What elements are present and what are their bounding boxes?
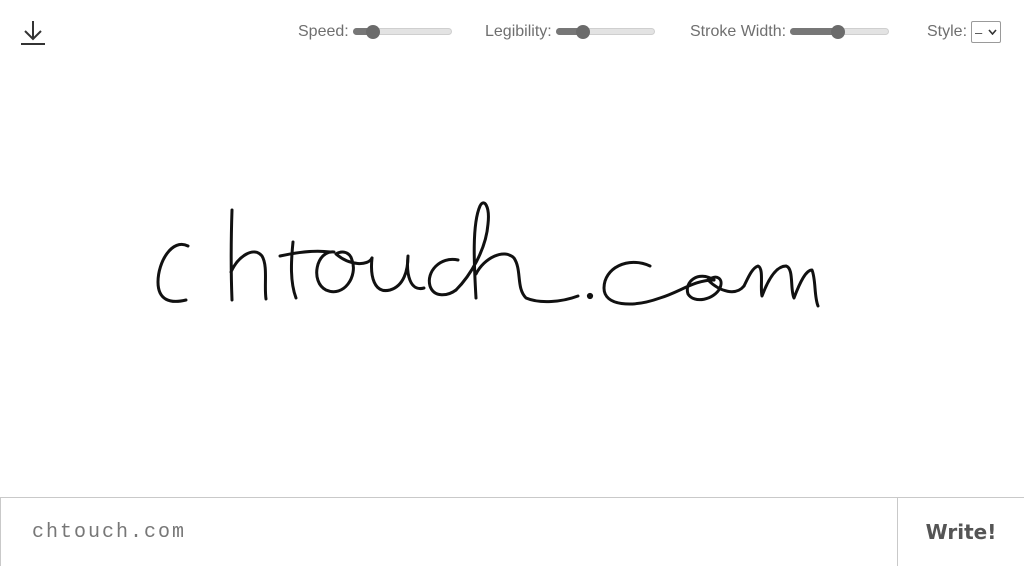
legibility-control: Legibility: — [485, 20, 655, 44]
legibility-label: Legibility: — [485, 23, 552, 40]
text-input[interactable] — [0, 498, 897, 566]
handwriting-stroke-u — [370, 254, 426, 293]
stroke-width-slider[interactable] — [790, 20, 890, 44]
speed-control: Speed: — [298, 20, 452, 44]
handwriting-canvas — [0, 60, 1024, 497]
chevron-down-icon — [988, 29, 997, 35]
legibility-slider-thumb[interactable] — [576, 25, 591, 39]
handwriting-stroke-c — [156, 242, 190, 303]
handwriting-stroke-o2 — [685, 274, 746, 302]
style-select[interactable]: – — [971, 21, 1002, 43]
handwriting-stroke-o — [315, 250, 374, 294]
legibility-slider[interactable] — [555, 20, 655, 44]
write-button[interactable]: Write! — [897, 498, 1024, 566]
stroke-width-control: Stroke Width: — [690, 20, 890, 44]
style-selected-value: – — [975, 24, 983, 40]
controls-bar: Speed: Legibility: Stroke Width: Style: … — [0, 20, 1024, 44]
handwriting-dot — [586, 292, 594, 300]
speed-slider-thumb[interactable] — [365, 25, 380, 39]
speed-label: Speed: — [298, 23, 349, 40]
handwriting-stroke-h2 — [454, 201, 580, 304]
handwriting-svg — [156, 201, 820, 308]
style-label: Style: — [927, 23, 968, 40]
handwriting-stroke-h — [229, 208, 268, 302]
input-bar: Write! — [0, 497, 1024, 566]
handwriting-stroke-m — [742, 264, 820, 308]
handwriting-stroke-c3 — [602, 260, 716, 306]
stroke-width-slider-thumb[interactable] — [830, 25, 845, 39]
handwriting-stroke-c2 — [427, 257, 460, 297]
handwriting-app: Speed: Legibility: Stroke Width: Style: … — [0, 0, 1024, 566]
style-control: Style: – — [927, 20, 1002, 44]
speed-slider[interactable] — [352, 20, 452, 44]
handwritten-text — [156, 201, 820, 308]
handwriting-stroke-t — [278, 240, 332, 300]
stroke-width-label: Stroke Width: — [690, 23, 787, 40]
